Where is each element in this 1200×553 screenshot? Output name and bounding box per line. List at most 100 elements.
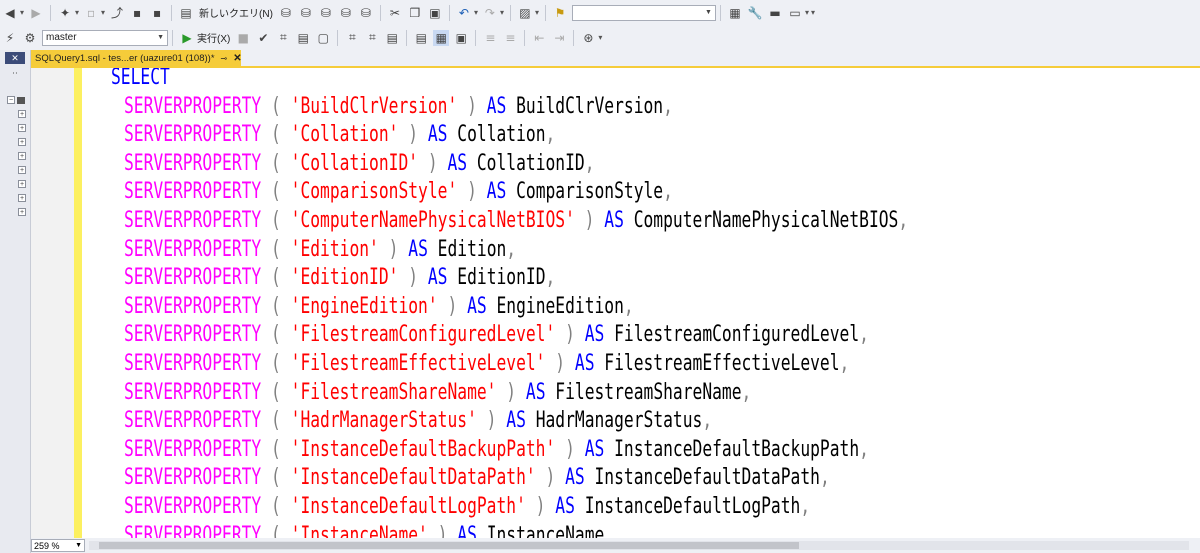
estimated-plan-icon[interactable]: ⌗	[275, 30, 291, 46]
redo-icon[interactable]: ↷	[482, 5, 498, 21]
properties-icon[interactable]: 🔧	[747, 5, 763, 21]
new-file-dropdown-icon[interactable]: ▾	[101, 8, 105, 17]
expand-icon[interactable]: +	[18, 138, 26, 146]
search-combobox[interactable]: ▼	[571, 4, 716, 21]
code-line[interactable]: SELECT	[111, 68, 170, 93]
query-options-icon[interactable]: ▢	[315, 30, 331, 46]
analysis-mdx-query-icon[interactable]: ⛁	[298, 5, 314, 21]
analysis-dmx-query-icon[interactable]: ⛁	[318, 5, 334, 21]
cancel-query-icon[interactable]: ■	[235, 30, 251, 46]
collapse-icon[interactable]: −	[7, 96, 15, 104]
code-line[interactable]: SERVERPROPERTY ( 'EngineEdition' ) AS En…	[124, 293, 634, 322]
undo-dropdown-icon[interactable]: ▾	[474, 8, 478, 17]
code-token: InstanceDefaultDataPath	[584, 465, 820, 491]
decrease-indent-icon[interactable]: ⇤	[531, 30, 547, 46]
specify-template-values-icon[interactable]: ⊛	[580, 30, 596, 46]
paste-icon[interactable]: ▣	[427, 5, 443, 21]
code-token: ,	[859, 436, 869, 462]
new-project-dropdown-icon[interactable]: ▾	[75, 8, 79, 17]
save-icon[interactable]: ▪	[129, 5, 145, 21]
new-query-icon[interactable]: ▤	[178, 5, 194, 21]
pin-icon[interactable]: ⋅⋅	[5, 68, 25, 79]
expand-icon[interactable]: +	[18, 166, 26, 174]
code-line[interactable]: SERVERPROPERTY ( 'CollationID' ) AS Coll…	[124, 150, 595, 179]
code-line[interactable]: SERVERPROPERTY ( 'InstanceDefaultLogPath…	[124, 493, 810, 522]
save-all-icon[interactable]: ▪	[149, 5, 165, 21]
solution-explorer-icon[interactable]: ▦	[727, 5, 743, 21]
toolbar-overflow-icon[interactable]: ▾	[811, 8, 815, 17]
new-file-icon[interactable]: ▫	[83, 5, 99, 21]
parse-icon[interactable]: ✔	[255, 30, 271, 46]
horizontal-scrollbar[interactable]	[89, 541, 1189, 550]
code-line[interactable]: SERVERPROPERTY ( 'HadrManagerStatus' ) A…	[124, 407, 712, 436]
open-file-icon[interactable]: ⤴	[109, 5, 125, 21]
connect-icon[interactable]: ⚡	[2, 30, 18, 46]
code-line[interactable]: SERVERPROPERTY ( 'Collation' ) AS Collat…	[124, 121, 555, 150]
code-line[interactable]: SERVERPROPERTY ( 'EditionID' ) AS Editio…	[124, 264, 555, 293]
code-token: 'FilestreamShareName'	[290, 379, 497, 405]
code-line[interactable]: SERVERPROPERTY ( 'FilestreamConfiguredLe…	[124, 321, 869, 350]
code-line[interactable]: SERVERPROPERTY ( 'FilestreamEffectiveLev…	[124, 350, 849, 379]
increase-indent-icon[interactable]: ⇥	[551, 30, 567, 46]
forward-icon[interactable]: ▶	[28, 5, 44, 21]
code-line[interactable]: SERVERPROPERTY ( 'InstanceDefaultDataPat…	[124, 464, 830, 493]
undo-icon[interactable]: ↶	[456, 5, 472, 21]
activity-monitor-dropdown-icon[interactable]: ▾	[535, 8, 539, 17]
intellisense-icon[interactable]: ⌗	[344, 30, 360, 46]
find-in-files-icon[interactable]: ⚑	[552, 5, 568, 21]
database-engine-query-icon[interactable]: ⛁	[278, 5, 294, 21]
output-window-icon[interactable]: ▭	[787, 5, 803, 21]
zoom-selector[interactable]: 259 % ▼	[31, 539, 85, 552]
tab-sqlquery1[interactable]: SQLQuery1.sql - tes...er (uazure01 (108)…	[31, 50, 242, 66]
expand-icon[interactable]: +	[18, 194, 26, 202]
code-line[interactable]: SERVERPROPERTY ( 'Edition' ) AS Edition,	[124, 236, 516, 265]
expand-icon[interactable]: +	[18, 124, 26, 132]
back-dropdown-icon[interactable]: ▾	[20, 8, 24, 17]
code-line[interactable]: SERVERPROPERTY ( 'InstanceDefaultBackupP…	[124, 436, 869, 465]
results-to-text-icon[interactable]: ▤	[413, 30, 429, 46]
back-icon[interactable]: ◀	[2, 5, 18, 21]
close-icon[interactable]: ✕	[5, 52, 25, 64]
uncomment-icon[interactable]: ≡	[502, 30, 518, 46]
toolbar-overflow-icon[interactable]: ▾	[598, 33, 602, 42]
code-line[interactable]: SERVERPROPERTY ( 'ComparisonStyle' ) AS …	[124, 178, 673, 207]
comment-icon[interactable]: ≡	[482, 30, 498, 46]
copy-icon[interactable]: ❐	[407, 5, 423, 21]
code-line[interactable]: SERVERPROPERTY ( 'FilestreamShareName' )…	[124, 379, 751, 408]
code-line[interactable]: SERVERPROPERTY ( 'InstanceName' ) AS Ins…	[124, 522, 604, 538]
live-statistics-icon[interactable]: ▤	[384, 30, 400, 46]
toolbox-icon[interactable]: ▬	[767, 5, 783, 21]
results-to-grid-icon[interactable]: ▦	[433, 29, 450, 46]
change-tracking-bar	[74, 68, 82, 538]
code-token: SERVERPROPERTY	[124, 150, 262, 176]
expand-icon[interactable]: +	[18, 208, 26, 216]
code-token: 'EditionID'	[290, 265, 399, 291]
code-token: SERVERPROPERTY	[124, 322, 262, 348]
cut-icon[interactable]: ✂	[387, 5, 403, 21]
new-query-button[interactable]: 新しいクエリ(N)	[199, 5, 273, 20]
query-designer-icon[interactable]: ▤	[295, 30, 311, 46]
code-token: )	[398, 122, 428, 148]
output-window-dropdown-icon[interactable]: ▾	[805, 8, 809, 17]
execute-icon[interactable]: ▶	[179, 30, 195, 46]
execute-button[interactable]: 実行(X)	[197, 30, 230, 45]
analysis-xmla-query-icon[interactable]: ⛁	[338, 5, 354, 21]
analysis-das-query-icon[interactable]: ⛁	[358, 5, 374, 21]
actual-plan-icon[interactable]: ⌗	[364, 30, 380, 46]
query-editor[interactable]: SELECT SERVERPROPERTY ( 'BuildClrVersion'…	[31, 68, 1200, 538]
change-connection-icon[interactable]: ⚙	[22, 30, 38, 46]
redo-dropdown-icon[interactable]: ▾	[500, 8, 504, 17]
expand-icon[interactable]: +	[18, 152, 26, 160]
expand-icon[interactable]: +	[18, 180, 26, 188]
results-to-file-icon[interactable]: ▣	[453, 30, 469, 46]
scrollbar-thumb[interactable]	[99, 542, 799, 549]
code-line[interactable]: SERVERPROPERTY ( 'ComputerNamePhysicalNe…	[124, 207, 908, 236]
expand-icon[interactable]: +	[18, 110, 26, 118]
database-selector[interactable]: master ▼	[42, 29, 168, 46]
close-icon[interactable]: ✕	[233, 53, 241, 64]
pin-icon[interactable]: ⊸	[221, 54, 228, 63]
code-line[interactable]: SERVERPROPERTY ( 'BuildClrVersion' ) AS …	[124, 93, 673, 122]
code-token: 'InstanceDefaultBackupPath'	[290, 436, 556, 462]
new-project-icon[interactable]: ✦	[57, 5, 73, 21]
activity-monitor-icon[interactable]: ▨	[517, 5, 533, 21]
